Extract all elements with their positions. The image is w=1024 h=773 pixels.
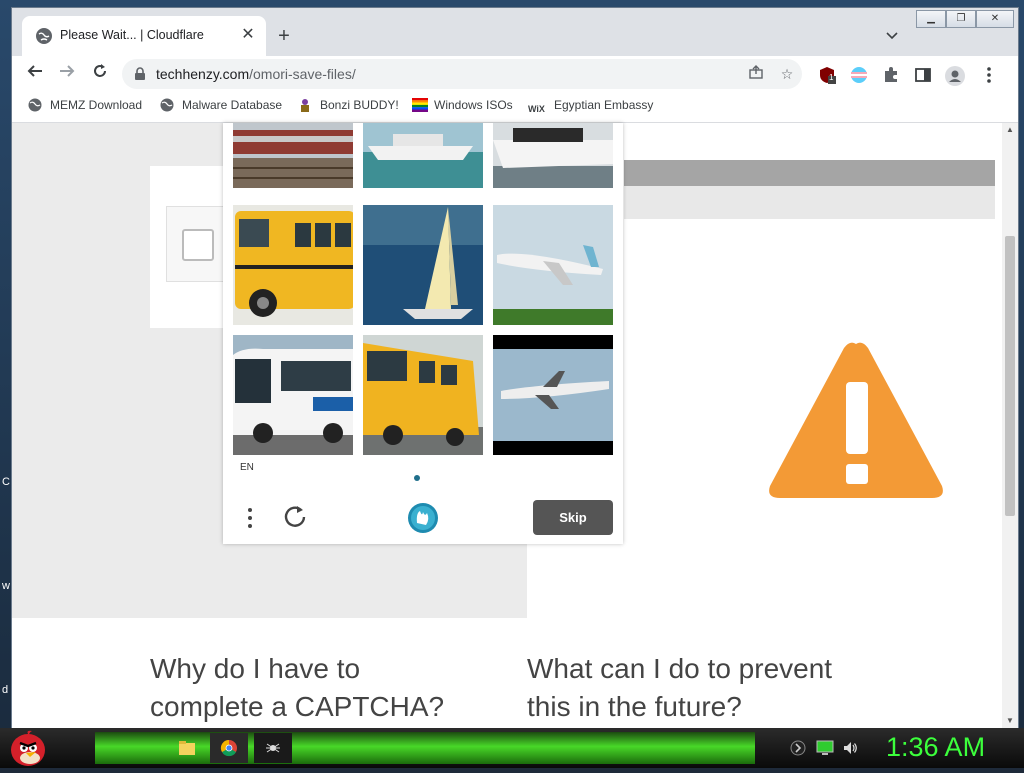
reload-button[interactable] — [88, 62, 112, 86]
profile-icon[interactable] — [945, 66, 965, 86]
progress-dot — [414, 475, 420, 481]
accessibility-icon[interactable] — [406, 501, 440, 535]
side-panel-icon[interactable] — [914, 66, 932, 84]
extension-badge: 1 — [829, 73, 834, 82]
tab-cloudflare[interactable]: Please Wait... | Cloudflare ✕ — [22, 16, 266, 56]
browser-window: Please Wait... | Cloudflare ✕ + ▁ ❐ ✕ te… — [12, 8, 1018, 728]
monitor-icon[interactable] — [816, 740, 834, 756]
menu-dots-icon[interactable] — [980, 66, 998, 84]
ublock-icon[interactable]: 1 — [818, 66, 836, 84]
bookmark-label: MEMZ Download — [50, 98, 143, 112]
url-host: techhenzy.com — [156, 66, 250, 82]
trans-flag-icon[interactable] — [850, 66, 868, 84]
page-scrollbar[interactable]: ▲ ▼ — [1002, 123, 1018, 728]
tab-title: Please Wait... | Cloudflare — [60, 28, 204, 42]
browser-toolbar: techhenzy.com/omori-save-files/ ☆ 1 — [12, 56, 1018, 92]
captcha-tile-school-bus[interactable] — [363, 335, 483, 455]
back-button[interactable] — [23, 62, 47, 86]
tab-strip: Please Wait... | Cloudflare ✕ + ▁ ❐ ✕ — [12, 8, 1018, 56]
bookmark-memz[interactable]: MEMZ Download — [28, 98, 142, 116]
start-button[interactable] — [6, 728, 48, 768]
captcha-tile-train[interactable] — [233, 123, 353, 188]
folder-icon[interactable] — [168, 733, 206, 763]
address-bar[interactable]: techhenzy.com/omori-save-files/ ☆ — [122, 59, 802, 89]
language-selector[interactable]: EN — [240, 462, 254, 473]
url-text: techhenzy.com/omori-save-files/ — [156, 66, 356, 82]
taskbar-clock[interactable]: 1:36 AM — [886, 732, 985, 763]
captcha-tile-sailboat[interactable] — [363, 205, 483, 325]
globe-icon — [36, 28, 52, 44]
bookmark-windows-isos[interactable]: Windows ISOs — [412, 98, 513, 116]
desktop-edge-text: C — [2, 476, 10, 488]
page-header-band — [624, 160, 995, 186]
share-icon[interactable] — [746, 64, 766, 84]
globe-icon — [160, 98, 174, 112]
more-options-icon[interactable] — [241, 505, 259, 531]
wix-icon: WiX — [528, 104, 545, 114]
volume-icon[interactable] — [842, 740, 858, 756]
star-icon[interactable]: ☆ — [777, 64, 797, 84]
bookmark-label: Malware Database — [182, 98, 283, 112]
rainbow-flag-icon — [412, 98, 428, 112]
scroll-thumb[interactable] — [1005, 236, 1015, 516]
globe-icon — [28, 98, 42, 112]
bonzi-icon — [298, 98, 312, 112]
minimize-button[interactable]: ▁ — [916, 10, 946, 28]
scroll-down-arrow[interactable]: ▼ — [1002, 714, 1018, 728]
forward-button[interactable] — [55, 62, 79, 86]
desktop-edge-text: d — [2, 684, 9, 696]
bookmark-label: Bonzi BUDDY! — [320, 98, 399, 112]
faq-heading-why: Why do I have to complete a CAPTCHA? — [150, 653, 445, 722]
captcha-tile-airplane[interactable] — [493, 205, 613, 325]
new-tab-button[interactable]: + — [272, 25, 296, 49]
scroll-up-arrow[interactable]: ▲ — [1002, 123, 1018, 137]
bookmark-label: Egyptian Embassy — [554, 98, 654, 112]
restore-button[interactable]: ❐ — [946, 10, 976, 28]
chrome-taskbar-icon[interactable] — [210, 733, 248, 763]
captcha-tile-airplane[interactable] — [493, 335, 613, 455]
bookmark-label: Windows ISOs — [434, 98, 513, 112]
puzzle-icon[interactable] — [882, 66, 900, 84]
url-path: /omori-save-files/ — [249, 66, 356, 82]
refresh-icon[interactable] — [281, 503, 309, 531]
desktop-edge-text: w — [2, 580, 10, 592]
close-icon[interactable]: ✕ — [238, 25, 258, 45]
captcha-challenge: EN Skip — [223, 123, 623, 544]
taskbar: 1:36 AM — [0, 728, 1024, 768]
bookmark-bonzi-buddy[interactable]: Bonzi BUDDY! — [298, 98, 399, 116]
faq-heading-prevent: What can I do to prevent this in the fut… — [527, 653, 833, 722]
captcha-tile-school-bus[interactable] — [233, 205, 353, 325]
warning-icon — [766, 340, 946, 500]
network-icon[interactable] — [790, 740, 806, 756]
bookmarks-bar: MEMZ Download Malware Database Bonzi BUD… — [12, 92, 1018, 123]
skip-button[interactable]: Skip — [533, 500, 613, 535]
chevron-down-icon[interactable] — [880, 25, 904, 49]
lock-icon[interactable] — [134, 67, 146, 81]
captcha-tile-yacht[interactable] — [493, 123, 613, 188]
bookmark-malware-database[interactable]: Malware Database — [160, 98, 282, 116]
close-window-button[interactable]: ✕ — [976, 10, 1014, 28]
captcha-tile-city-bus[interactable] — [233, 335, 353, 455]
bookmark-egyptian-embassy[interactable]: WiX Egyptian Embassy — [528, 98, 653, 116]
verify-checkbox[interactable] — [182, 229, 214, 261]
page-header-band-light — [624, 186, 995, 219]
spider-icon[interactable] — [254, 733, 292, 763]
captcha-tile-boat[interactable] — [363, 123, 483, 188]
